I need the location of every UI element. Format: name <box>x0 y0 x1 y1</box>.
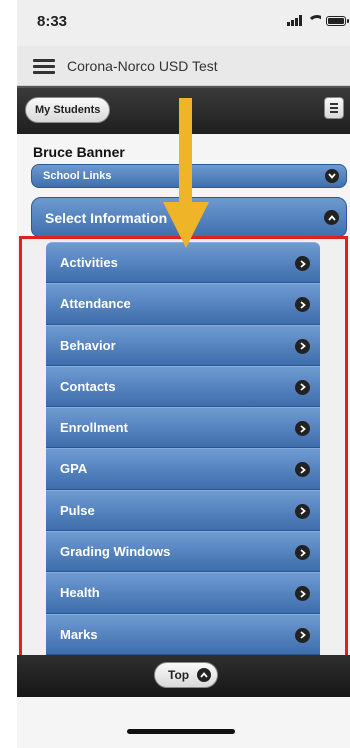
chevron-up-icon <box>197 668 211 682</box>
signal-icon <box>287 15 302 26</box>
phone-screen: 8:33 Corona-Norco USD Test My Students B… <box>17 0 350 748</box>
menu-list-icon[interactable] <box>324 97 344 119</box>
my-students-button[interactable]: My Students <box>25 97 111 123</box>
wifi-icon <box>307 15 321 26</box>
highlight-box <box>19 236 348 664</box>
select-information-label: Select Information <box>45 210 168 226</box>
home-indicator[interactable] <box>127 729 235 734</box>
chevron-down-icon <box>325 169 339 183</box>
top-button[interactable]: Top <box>154 662 218 688</box>
battery-icon <box>326 15 349 26</box>
student-name: Bruce Banner <box>33 144 125 160</box>
top-button-label: Top <box>168 668 190 682</box>
app-title: Corona-Norco USD Test <box>67 58 218 74</box>
annotation-arrow-icon <box>163 98 209 248</box>
hamburger-menu-icon[interactable] <box>33 59 55 74</box>
school-links-label: School Links <box>43 170 112 182</box>
status-icons <box>287 15 349 26</box>
status-bar: 8:33 <box>17 0 350 46</box>
footer-bar: Top <box>17 655 350 697</box>
app-header: Corona-Norco USD Test <box>17 46 350 86</box>
chevron-up-icon <box>324 210 339 225</box>
status-time: 8:33 <box>37 13 68 30</box>
left-margin <box>0 0 17 748</box>
information-list-area: Activities Attendance Behavior Contacts … <box>19 236 348 664</box>
